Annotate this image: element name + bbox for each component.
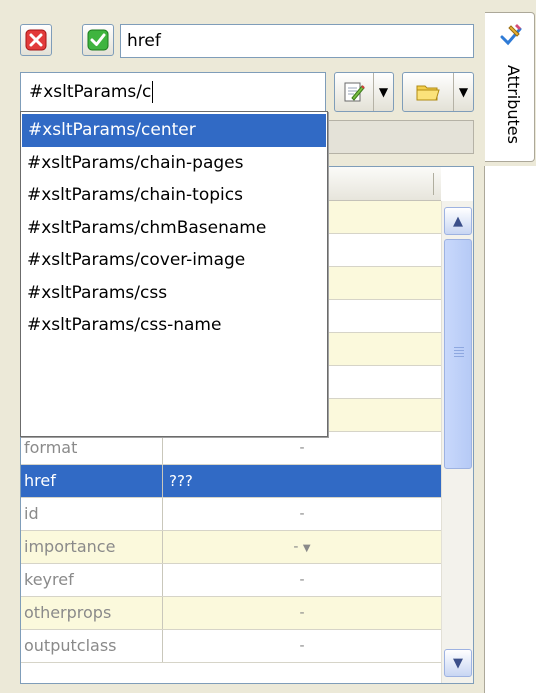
cancel-button[interactable] bbox=[20, 24, 52, 56]
edit-value-split-button[interactable]: ▼ bbox=[334, 72, 394, 112]
attribute-value[interactable]: - ▼ bbox=[163, 531, 441, 563]
list-item[interactable]: #xsltParams/chain-topics bbox=[21, 179, 327, 212]
table-row-id[interactable]: id - bbox=[21, 498, 441, 531]
attribute-name: href bbox=[21, 465, 163, 497]
list-item[interactable]: #xsltParams/center bbox=[22, 114, 326, 147]
attribute-name: otherprops bbox=[21, 597, 163, 629]
list-item[interactable]: #xsltParams/cover-image bbox=[21, 244, 327, 277]
list-item[interactable]: #xsltParams/chmBasename bbox=[21, 212, 327, 245]
text-caret bbox=[152, 81, 154, 103]
chevron-down-icon[interactable]: ▼ bbox=[373, 73, 393, 111]
table-row-href[interactable]: href ??? bbox=[21, 465, 441, 498]
scroll-thumb[interactable] bbox=[444, 239, 472, 469]
chevron-down-icon: ▼ bbox=[453, 655, 463, 671]
dropdown-arrow-icon[interactable]: ▼ bbox=[303, 543, 311, 554]
chevron-up-icon: ▲ bbox=[453, 213, 463, 229]
red-x-icon bbox=[25, 29, 47, 51]
accept-button[interactable] bbox=[82, 24, 114, 56]
tab-label: Attributes bbox=[504, 65, 523, 144]
chevron-down-icon[interactable]: ▼ bbox=[453, 73, 473, 111]
list-item[interactable]: #xsltParams/css-name bbox=[21, 309, 327, 342]
side-tab-bar: Attributes bbox=[484, 0, 536, 693]
autocomplete-list: #xsltParams/center #xsltParams/chain-pag… bbox=[20, 111, 328, 437]
attributes-panel: href #xsltParams/c ▼ ▼ format - href ???… bbox=[0, 0, 484, 693]
table-row-importance[interactable]: importance - ▼ bbox=[21, 531, 441, 564]
edit-value-button[interactable] bbox=[335, 73, 373, 111]
attribute-name: importance bbox=[21, 531, 163, 563]
table-row-keyref[interactable]: keyref - bbox=[21, 564, 441, 597]
attribute-name: keyref bbox=[21, 564, 163, 596]
edit-document-icon bbox=[344, 82, 365, 102]
attribute-value[interactable]: - bbox=[163, 564, 441, 596]
browse-button[interactable] bbox=[403, 73, 453, 111]
list-item[interactable]: #xsltParams/css bbox=[21, 277, 327, 310]
column-separator[interactable] bbox=[433, 173, 434, 195]
table-row-otherprops[interactable]: otherprops - bbox=[21, 597, 441, 630]
attribute-value[interactable]: - bbox=[163, 597, 441, 629]
scroll-up-button[interactable]: ▲ bbox=[444, 207, 472, 235]
table-row-outputclass[interactable]: outputclass - bbox=[21, 630, 441, 663]
attribute-value[interactable]: ??? bbox=[163, 465, 441, 497]
list-item[interactable]: #xsltParams/chain-pages bbox=[21, 147, 327, 180]
attribute-value[interactable]: - bbox=[163, 630, 441, 662]
attribute-name: outputclass bbox=[21, 630, 163, 662]
browse-split-button[interactable]: ▼ bbox=[402, 72, 474, 112]
attribute-name: id bbox=[21, 498, 163, 530]
green-check-icon bbox=[87, 29, 109, 51]
tab-attributes[interactable]: Attributes bbox=[485, 12, 535, 162]
attributes-pencil-icon bbox=[500, 24, 522, 46]
folder-icon bbox=[416, 85, 440, 101]
value-input-text: #xsltParams/c bbox=[29, 82, 152, 102]
scroll-down-button[interactable]: ▼ bbox=[444, 649, 472, 677]
attribute-name-field[interactable]: href bbox=[120, 24, 474, 58]
attribute-value[interactable]: - bbox=[163, 498, 441, 530]
side-tab-strip bbox=[484, 166, 536, 693]
vertical-scrollbar[interactable]: ▲ ▼ bbox=[441, 201, 473, 683]
attribute-value-input[interactable]: #xsltParams/c bbox=[20, 72, 326, 112]
